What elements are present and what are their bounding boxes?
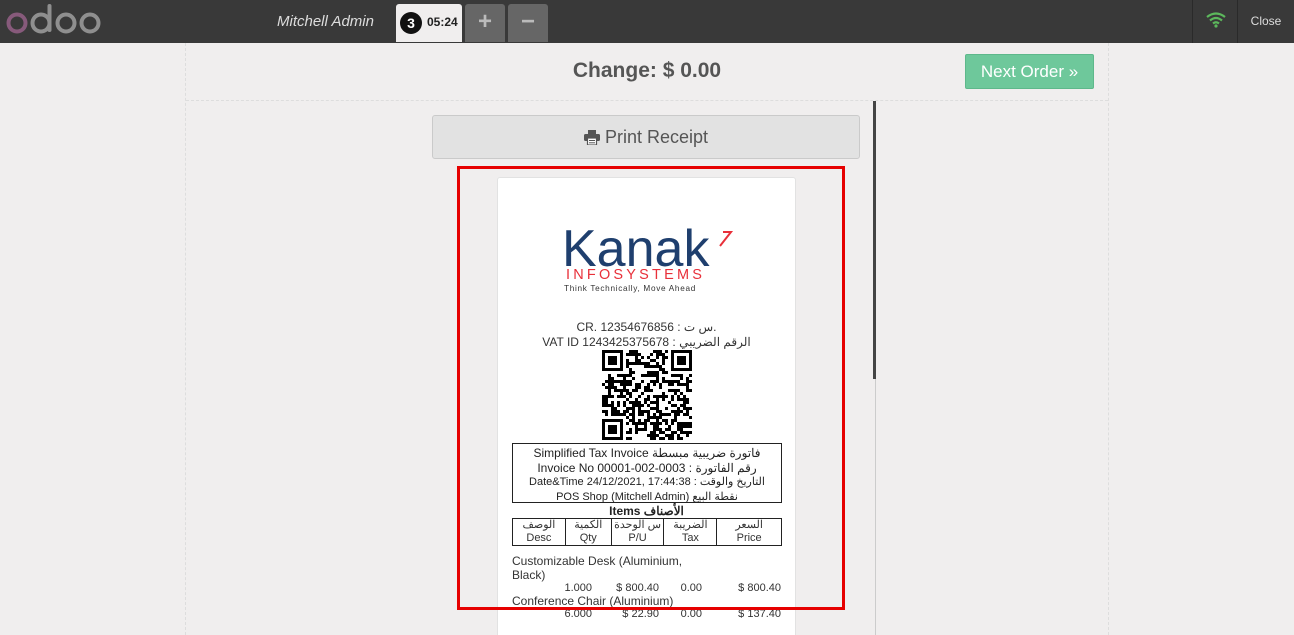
column-header-ar: س الوحدة: [614, 519, 662, 531]
logo-tagline-text: Think Technically, Move Ahead: [564, 284, 696, 293]
column-header-price: السعر Price: [716, 518, 782, 546]
column-header-tax: الضريبة Tax: [663, 518, 718, 546]
item-tax: 0.00: [680, 608, 702, 620]
invoice-number: Invoice No 00001-002-0003 : رقم الفاتورة: [537, 460, 757, 475]
scrollbar-track[interactable]: [875, 379, 876, 635]
wifi-icon: [1206, 12, 1226, 28]
column-header-en: P/U: [628, 532, 647, 544]
item-qty: 1.000: [564, 582, 592, 594]
scrollbar-thumb[interactable]: [873, 101, 876, 379]
item-tax: 0.00: [680, 582, 702, 594]
column-header-en: Desc: [526, 532, 552, 544]
vat-id: VAT ID 1243425375678 : الرقم الضريبي: [542, 335, 751, 349]
order-tab-active[interactable]: 3 05:24: [396, 4, 462, 42]
cashier-name[interactable]: Mitchell Admin: [277, 13, 374, 30]
column-header-en: Tax: [681, 532, 699, 544]
invoice-type: Simplified Tax Invoice فاتورة ضريبية مبس…: [533, 446, 761, 460]
column-header-ar: الضريبة: [673, 519, 708, 531]
item-unit-price: $ 22.90: [622, 608, 659, 620]
print-receipt-label: Print Receipt: [604, 127, 709, 147]
column-header-ar: السعر: [735, 519, 763, 531]
items-title: Items الأصناف: [609, 504, 684, 518]
items-header-table: الوصف Desc الكمية Qty س الوحدة P/U الضري…: [512, 518, 782, 546]
order-time: 05:24: [427, 15, 458, 29]
column-header-desc: الوصف Desc: [512, 518, 566, 546]
pos-topbar: Mitchell Admin 3 05:24 + − Close: [0, 0, 1294, 43]
item-qty: 6.000: [564, 608, 592, 620]
cr-number: CR. 12354676856 : س ت.: [576, 320, 717, 334]
odoo-logo: [6, 4, 106, 38]
column-header-ar: الكمية: [574, 519, 603, 531]
item-unit-price: $ 800.40: [616, 582, 659, 594]
item-price: $ 137.40: [738, 608, 781, 620]
screen-header: Change: $ 0.00 Next Order »: [186, 43, 1108, 101]
printer-icon: [583, 118, 600, 160]
column-header-en: Qty: [579, 532, 597, 544]
next-order-button[interactable]: Next Order »: [965, 54, 1094, 89]
item-price: $ 800.40: [738, 582, 781, 594]
invoice-info-box: Simplified Tax Invoice فاتورة ضريبية مبس…: [512, 443, 782, 503]
item-name: Customizable Desk (Aluminium, Black): [512, 554, 683, 582]
column-header-qty: الكمية Qty: [564, 518, 612, 546]
pos-shop: POS Shop (Mitchell Admin) نقطة البيع: [556, 490, 738, 503]
close-button[interactable]: Close: [1238, 0, 1294, 43]
invoice-datetime: Date&Time 24/12/2021, 17:44:38 : التاريخ…: [529, 476, 765, 488]
receipt-screen: Change: $ 0.00 Next Order » Print Receip…: [185, 43, 1109, 635]
receipt-paper: Kanak INFOSYSTEMS Think Technically, Mov…: [497, 177, 796, 635]
item-name: Conference Chair (Aluminium): [512, 594, 674, 608]
column-header-ar: الوصف: [522, 519, 556, 531]
column-header-pu: س الوحدة P/U: [610, 518, 665, 546]
order-number-badge: 3: [400, 12, 422, 34]
column-header-en: Price: [736, 532, 762, 544]
company-logo: Kanak INFOSYSTEMS Think Technically, Mov…: [560, 208, 736, 298]
connection-status[interactable]: [1193, 0, 1238, 43]
add-order-button[interactable]: +: [465, 4, 505, 42]
remove-order-button[interactable]: −: [508, 4, 548, 42]
qr-code: [602, 350, 692, 440]
print-receipt-button[interactable]: Print Receipt: [432, 115, 860, 159]
logo-sub-text: INFOSYSTEMS: [566, 267, 705, 283]
